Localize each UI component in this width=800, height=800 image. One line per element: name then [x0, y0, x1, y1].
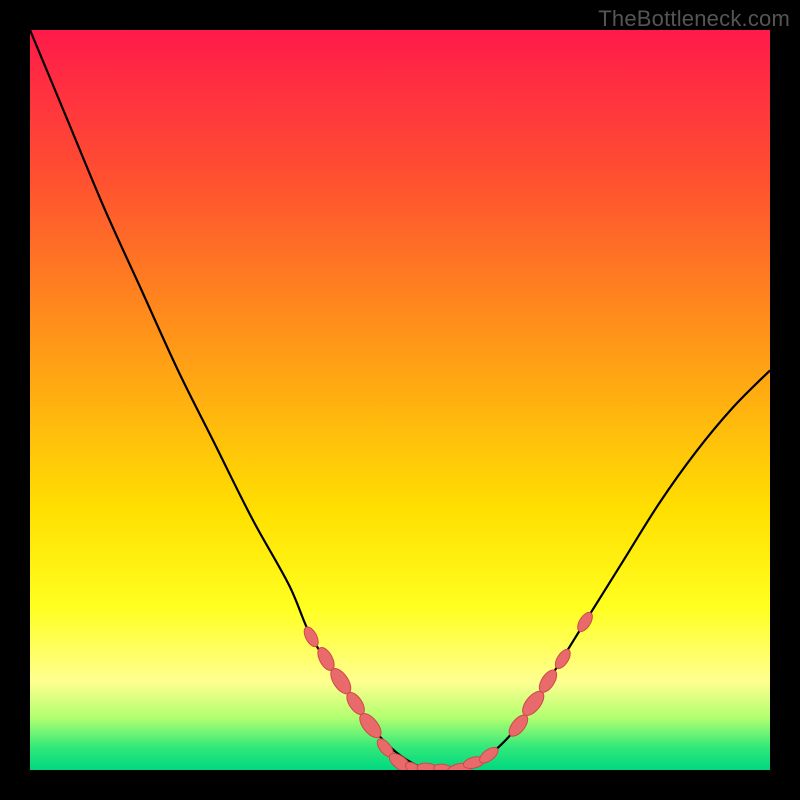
bottleneck-curve: [30, 30, 770, 770]
watermark-text: TheBottleneck.com: [598, 6, 790, 32]
marker: [575, 610, 596, 634]
chart-frame: TheBottleneck.com: [0, 0, 800, 800]
marker-group: [301, 610, 595, 770]
chart-svg: [30, 30, 770, 770]
plot-area: [30, 30, 770, 770]
marker: [301, 625, 321, 649]
